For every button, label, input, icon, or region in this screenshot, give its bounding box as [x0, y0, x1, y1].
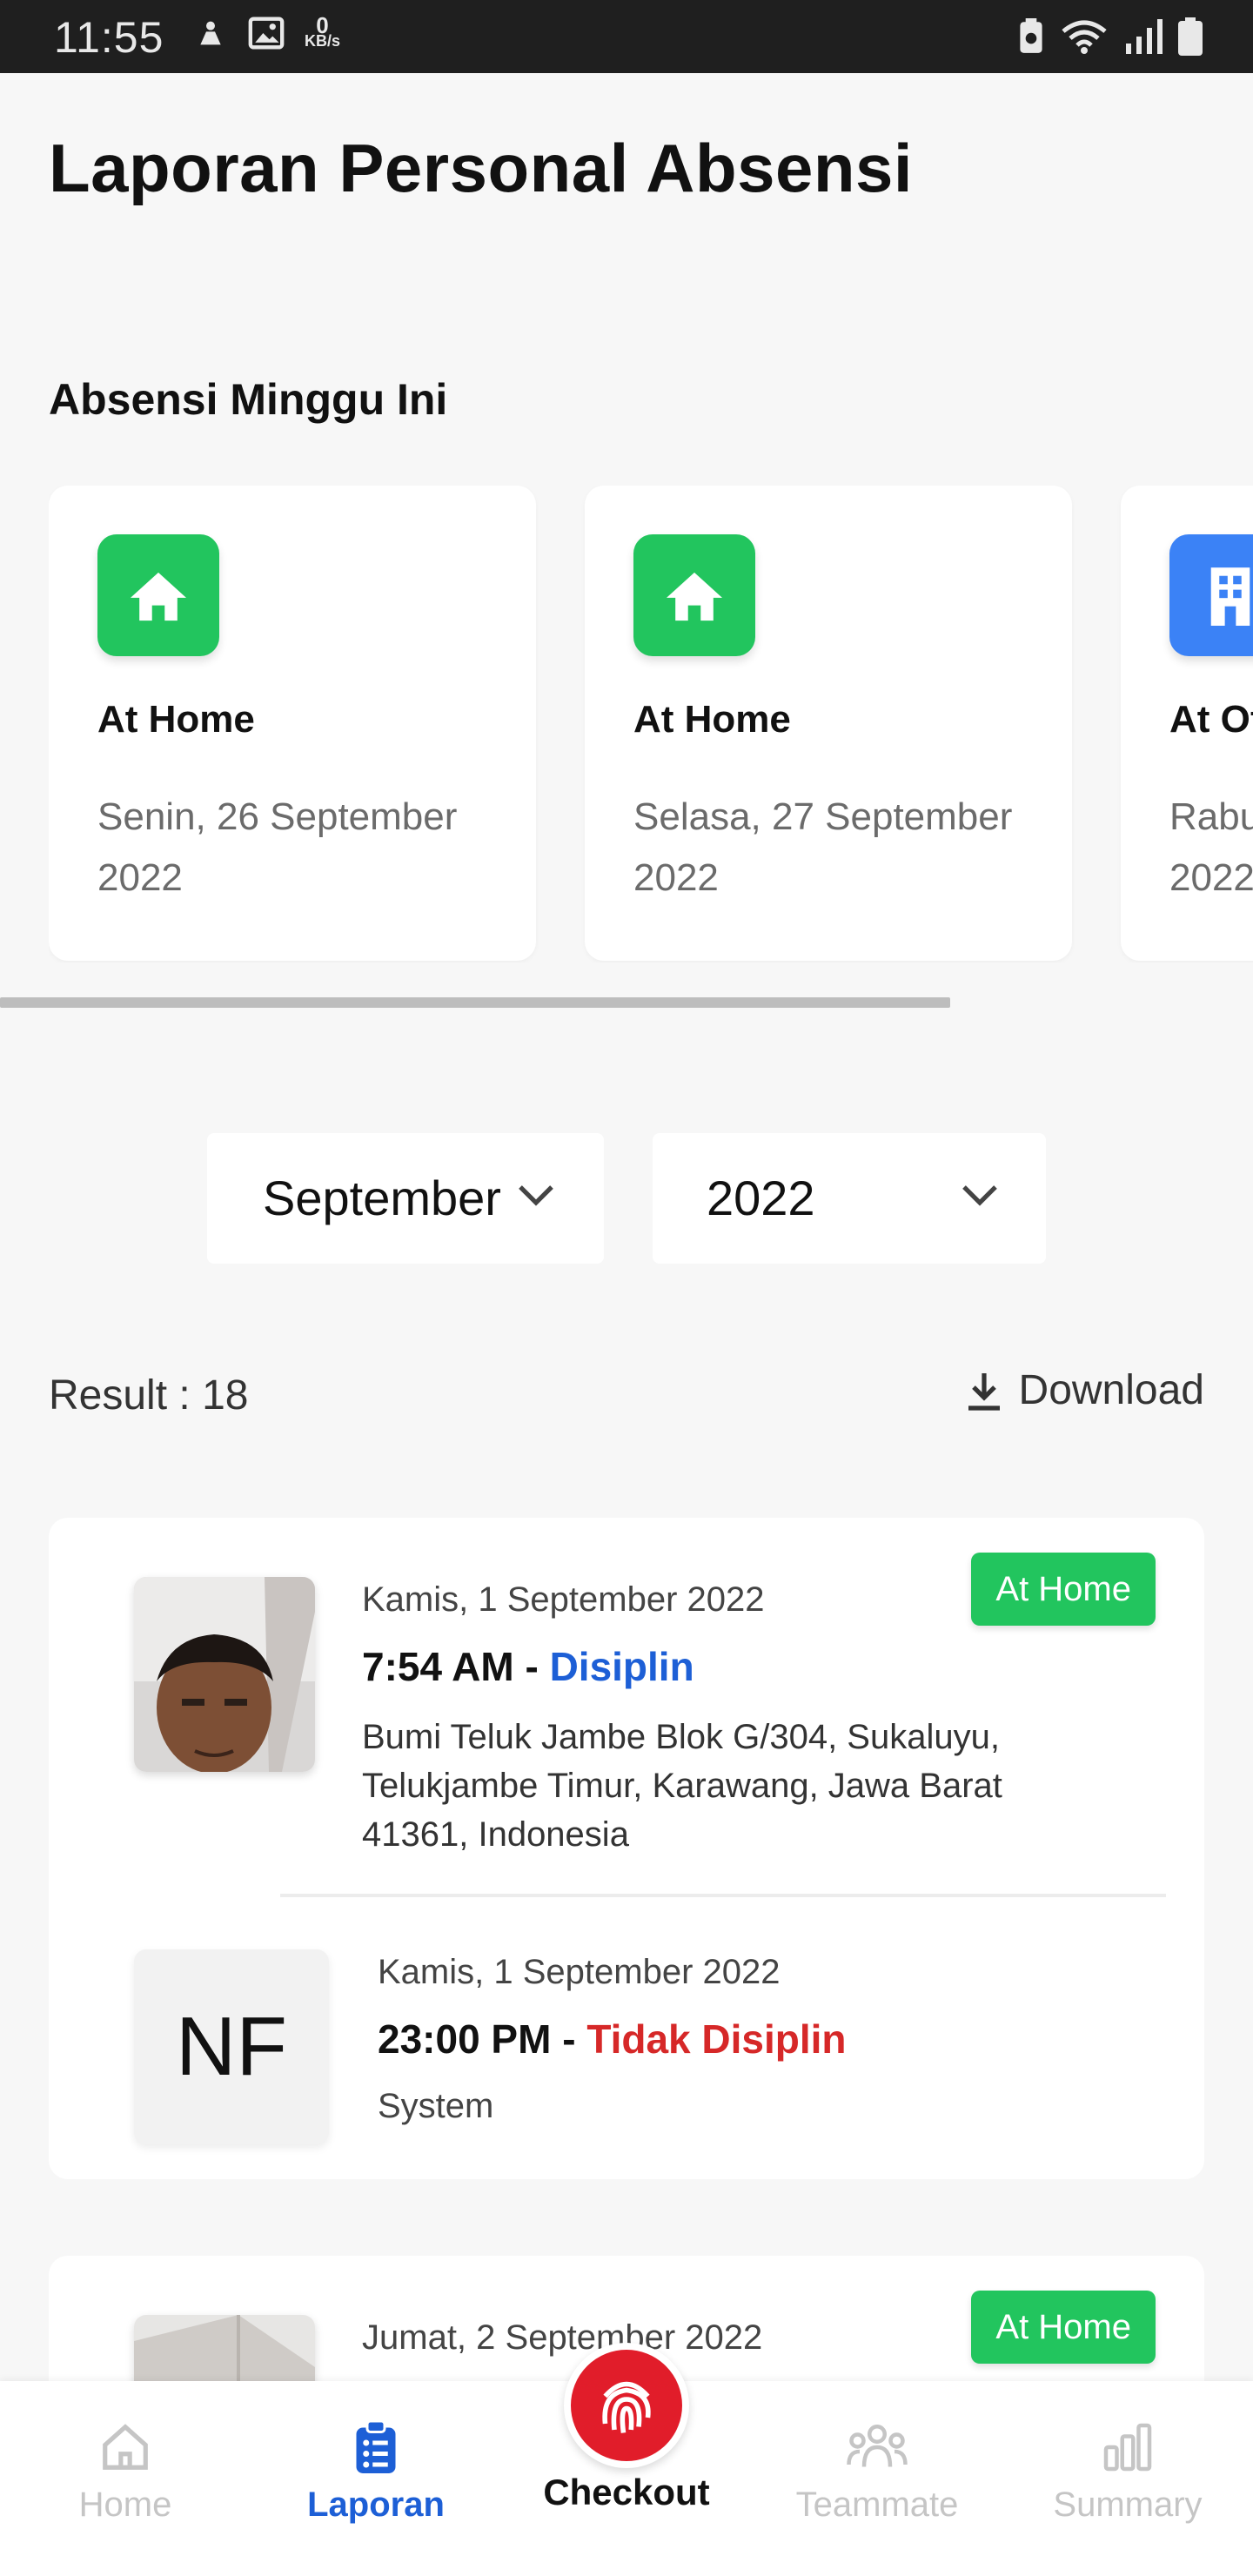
image-icon [248, 17, 285, 50]
entry-divider [280, 1894, 1166, 1897]
signal-icon [1126, 19, 1163, 54]
checkin-address: Bumi Teluk Jambe Blok G/304, Sukaluyu, T… [362, 1718, 1002, 1854]
location-badge: At Home [971, 1553, 1156, 1626]
nav-home-label: Home [78, 2485, 172, 2524]
home-icon [103, 2424, 148, 2470]
week-card[interactable]: At Home Selasa, 27 September 2022 [585, 486, 1072, 961]
bar-chart-icon [1103, 2423, 1152, 2472]
week-card-label: At Home [97, 698, 255, 741]
status-bar: 11:55 0 KB/s [0, 0, 1253, 73]
notification-icon [200, 21, 221, 45]
month-select-value: September [263, 1171, 501, 1225]
download-icon [968, 1372, 1000, 1411]
nav-laporan[interactable]: Laporan [251, 2421, 501, 2525]
week-card-label: At Office [1169, 698, 1253, 741]
week-card[interactable]: At Office Rabu, 28 September 2022 [1121, 486, 1253, 961]
nav-laporan-label: Laporan [307, 2485, 445, 2524]
people-icon [847, 2425, 908, 2467]
wifi-icon [1062, 20, 1107, 54]
chevron-down-icon [519, 1185, 553, 1206]
checkout-source: System [378, 2087, 494, 2125]
fingerprint-icon [602, 2381, 651, 2433]
nav-summary[interactable]: Summary [1002, 2421, 1253, 2525]
month-select[interactable]: September [207, 1133, 604, 1264]
checkout-avatar: NF [134, 1949, 329, 2144]
checkout-button[interactable] [564, 2343, 689, 2468]
network-speed: 0 KB/s [305, 12, 341, 50]
download-label: Download [1018, 1367, 1204, 1413]
bottom-navigation: Home Laporan Checkout Teammate Summary [0, 2343, 1253, 2576]
week-card-date: Selasa, 27 September 2022 [633, 795, 1013, 899]
status-time: 11:55 [54, 13, 164, 62]
data-saver-icon [1020, 18, 1042, 53]
checkin-time: 7:54 AM - Disiplin [362, 1644, 694, 1689]
result-count: Result : 18 [49, 1372, 249, 1419]
clipboard-icon [356, 2421, 396, 2473]
week-attendance-carousel[interactable]: At Home Senin, 26 September 2022 At Home… [49, 486, 1253, 963]
nav-teammate-label: Teammate [795, 2485, 959, 2524]
week-card-date: Rabu, 28 September 2022 [1169, 795, 1253, 899]
section-title: Absensi Minggu Ini [49, 375, 448, 424]
checkout-label: Checkout [543, 2472, 710, 2512]
location-badge: At Home [971, 2291, 1156, 2364]
nav-home[interactable]: Home [0, 2421, 251, 2525]
nav-checkout[interactable]: Checkout [501, 2343, 752, 2513]
week-card[interactable]: At Home Senin, 26 September 2022 [49, 486, 536, 961]
week-card-label: At Home [633, 698, 791, 741]
battery-icon [1178, 17, 1203, 56]
status-icons-right [1018, 17, 1203, 56]
download-button[interactable]: Download [965, 1366, 1204, 1414]
checkin-status: Disiplin [549, 1644, 694, 1689]
chevron-down-icon [962, 1185, 997, 1206]
attendance-entry-card[interactable]: At Home Kamis, 1 September 2022 7:54 AM … [49, 1518, 1204, 2179]
week-card-date: Senin, 26 September 2022 [97, 795, 458, 899]
carousel-scrollbar[interactable] [0, 997, 950, 1008]
nav-summary-label: Summary [1053, 2485, 1203, 2524]
status-icons-left: 0 KB/s [193, 12, 341, 50]
checkin-photo[interactable] [134, 1577, 315, 1772]
checkout-status: Tidak Disiplin [586, 2016, 847, 2062]
home-icon [633, 534, 755, 656]
nav-teammate[interactable]: Teammate [752, 2421, 1002, 2525]
checkin-date: Kamis, 1 September 2022 [362, 1580, 765, 1619]
year-select-value: 2022 [707, 1171, 815, 1225]
checkout-time: 23:00 PM - Tidak Disiplin [378, 2016, 847, 2062]
year-select[interactable]: 2022 [653, 1133, 1046, 1264]
building-icon [1169, 534, 1253, 656]
home-icon [97, 534, 219, 656]
checkout-date: Kamis, 1 September 2022 [378, 1953, 781, 1991]
page-title: Laporan Personal Absensi [49, 130, 914, 206]
